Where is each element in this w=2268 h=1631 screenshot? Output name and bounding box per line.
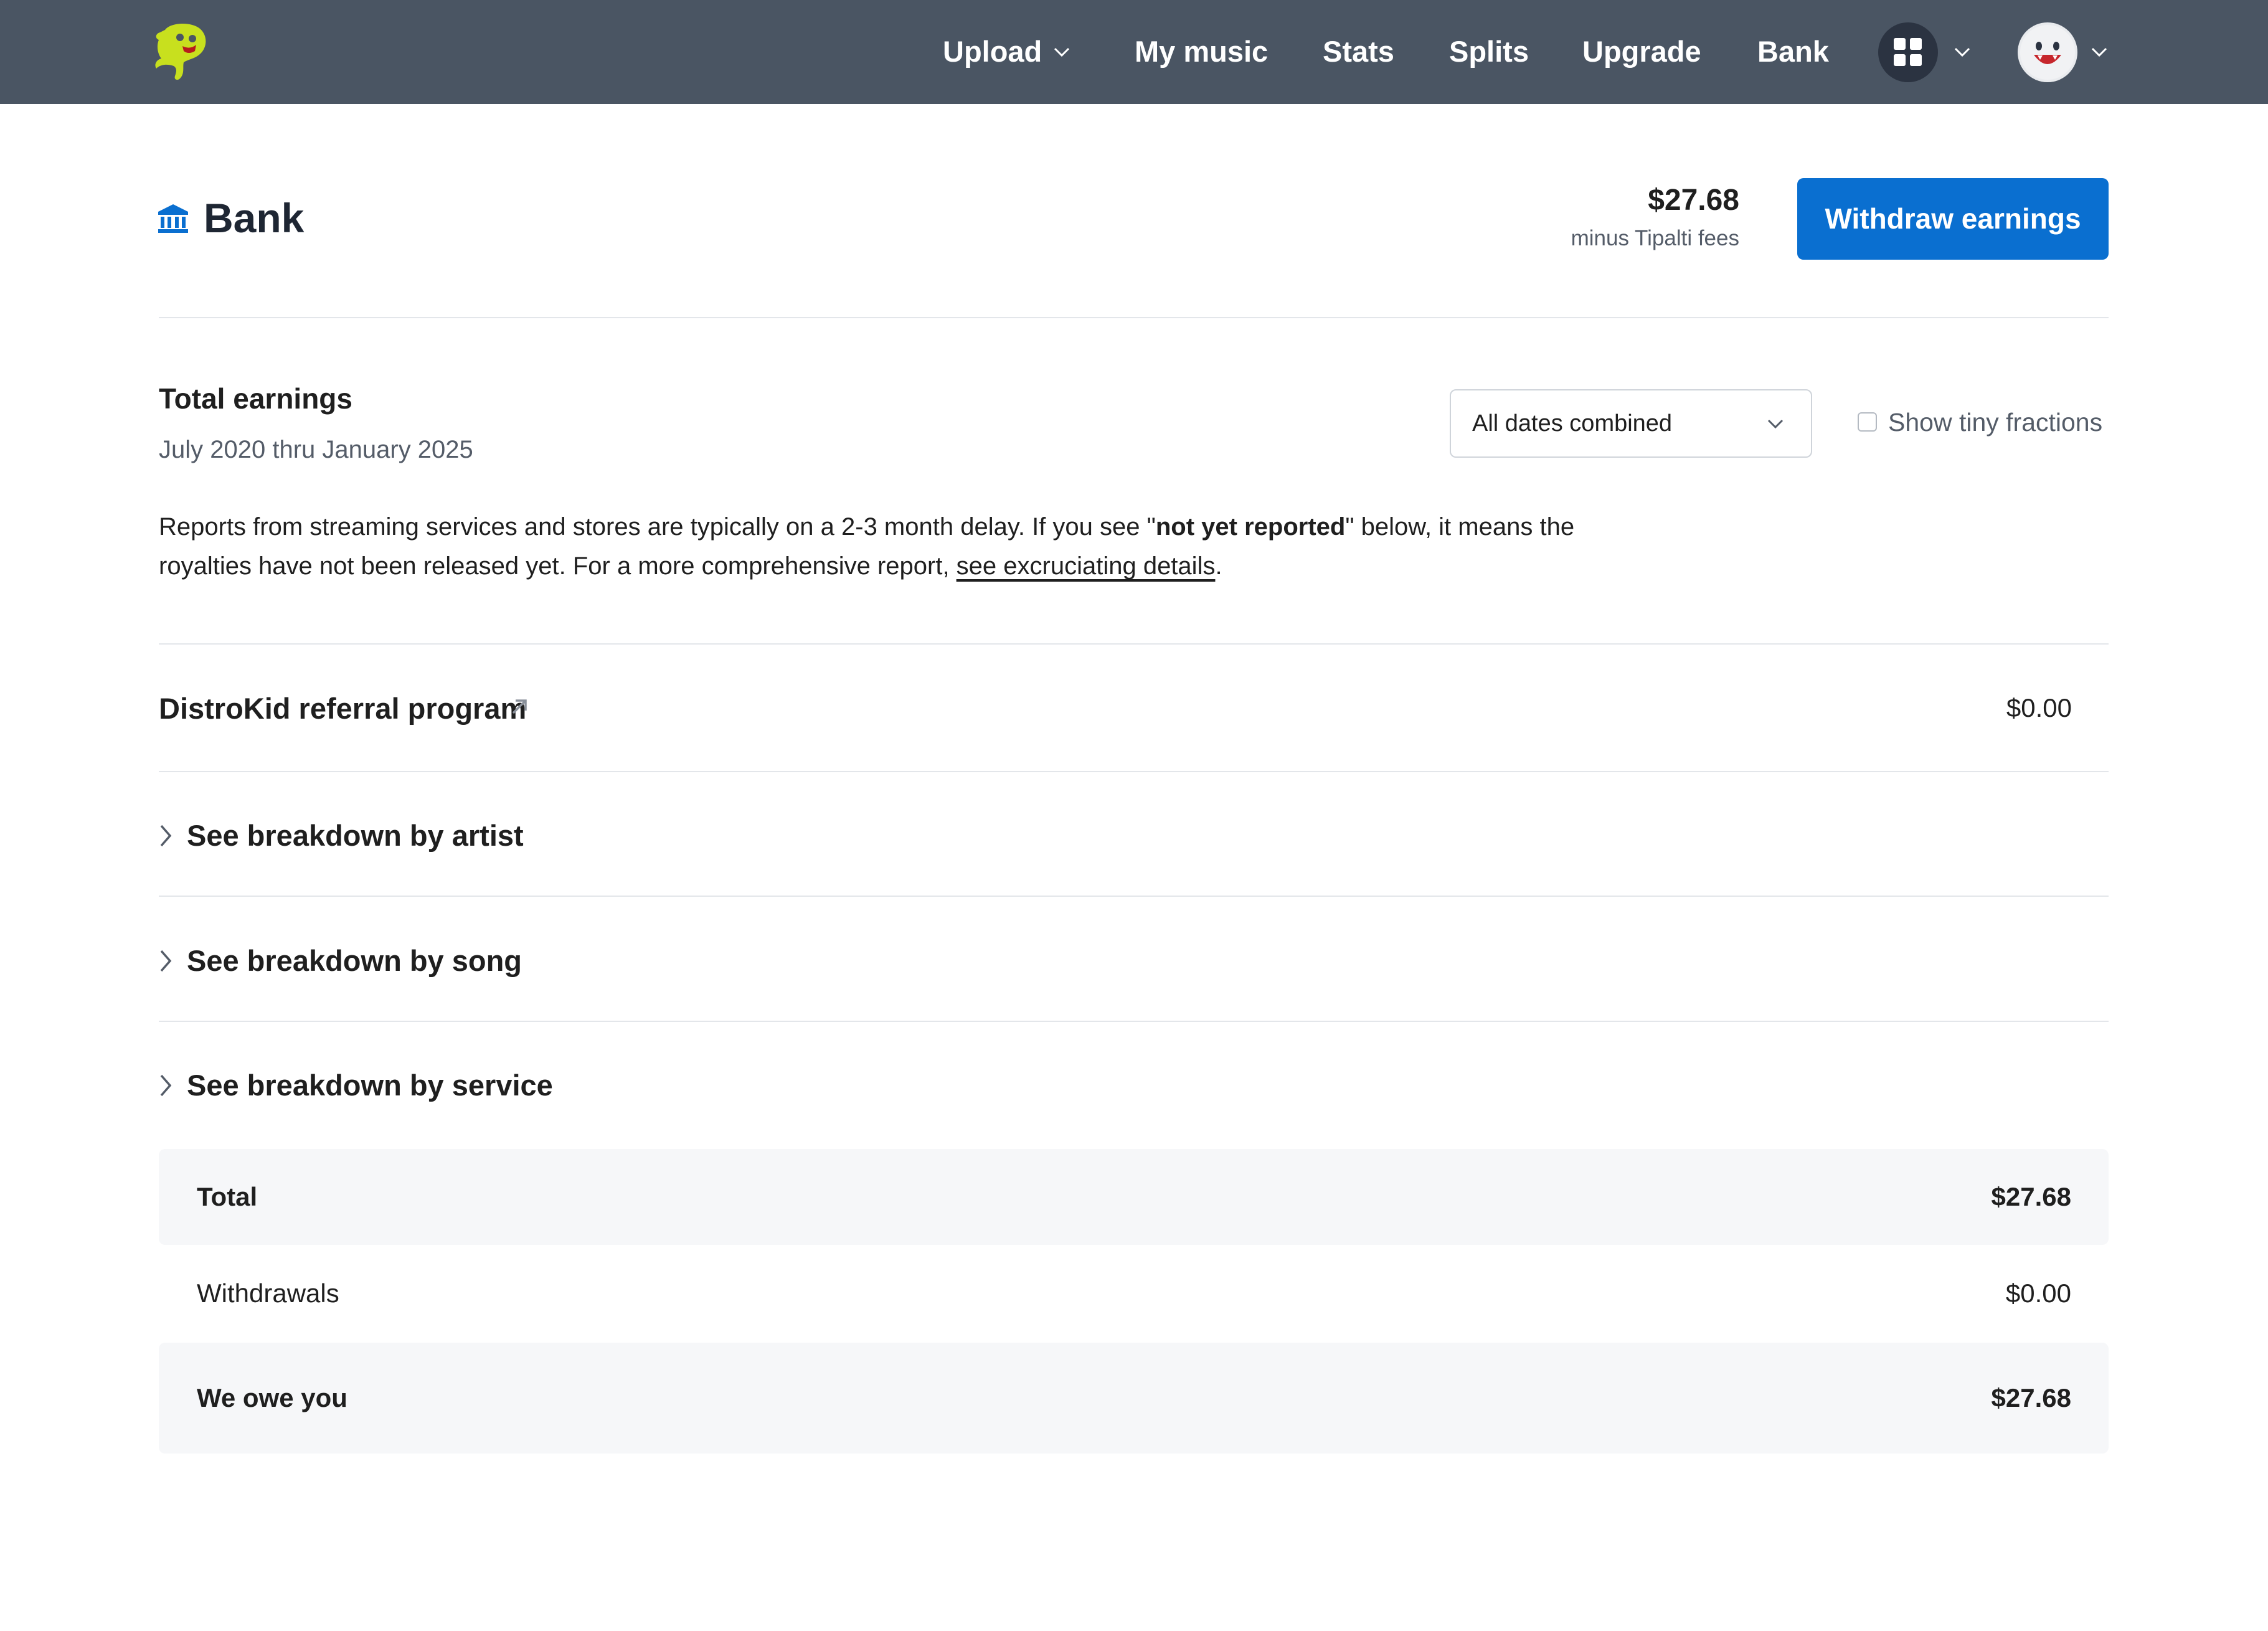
- nav-stats[interactable]: Stats: [1323, 31, 1394, 72]
- tiny-fractions-label[interactable]: Show tiny fractions: [1888, 404, 2102, 441]
- apps-grid-button[interactable]: [1878, 22, 1938, 82]
- balance-amount: $27.68: [1648, 184, 1739, 217]
- nav-my-music[interactable]: My music: [1135, 31, 1268, 72]
- nav-upgrade[interactable]: Upgrade: [1582, 31, 1701, 72]
- withdrawals-row: Withdrawals $0.00: [159, 1245, 2109, 1343]
- breakdown-label: See breakdown by service: [187, 1069, 553, 1102]
- chevron-down-icon[interactable]: [1953, 42, 1972, 61]
- date-filter-select[interactable]: All dates combined: [1450, 389, 1812, 458]
- we-owe-you-row: We owe you $27.68: [159, 1343, 2109, 1454]
- notice-emphasis: not yet reported: [1155, 513, 1346, 541]
- avatar-icon: [2020, 25, 2075, 80]
- bank-icon: [158, 204, 188, 233]
- nav-splits[interactable]: Splits: [1449, 31, 1529, 72]
- top-nav: Upload My music Stats Splits Upgrade Ban…: [0, 0, 2268, 104]
- chevron-right-icon: [160, 825, 172, 847]
- tiny-fractions-checkbox[interactable]: [1858, 412, 1877, 432]
- chevron-right-icon: [160, 950, 172, 972]
- apps-grid-icon: [1894, 38, 1906, 50]
- notice-text: Reports from streaming services and stor…: [159, 513, 1156, 541]
- date-filter-value: All dates combined: [1472, 410, 1673, 437]
- withdrawals-value: $0.00: [2005, 1279, 2071, 1308]
- divider: [159, 317, 2109, 318]
- breakdown-by-service-toggle[interactable]: See breakdown by service: [159, 1061, 1031, 1110]
- chevron-down-icon: [1767, 419, 1784, 429]
- chevron-down-icon[interactable]: [2090, 42, 2109, 61]
- breakdown-label: See breakdown by song: [187, 944, 522, 977]
- notice-text: .: [1215, 552, 1222, 580]
- withdraw-earnings-button[interactable]: Withdraw earnings: [1797, 178, 2109, 260]
- nav-upload[interactable]: Upload: [943, 31, 1042, 72]
- avatar[interactable]: [2018, 22, 2077, 82]
- withdrawals-label: Withdrawals: [197, 1279, 339, 1308]
- report-delay-notice: Reports from streaming services and stor…: [159, 508, 1653, 586]
- referral-value: $0.00: [2006, 693, 2072, 722]
- nav-bank[interactable]: Bank: [1757, 31, 1829, 72]
- breakdown-by-song-toggle[interactable]: See breakdown by song: [159, 936, 1031, 986]
- total-value: $27.68: [1991, 1182, 2071, 1211]
- breakdown-by-artist-toggle[interactable]: See breakdown by artist: [159, 811, 1031, 861]
- total-label: Total: [197, 1182, 258, 1211]
- divider: [159, 643, 2109, 645]
- date-range-text: July 2020 thru January 2025: [159, 436, 473, 463]
- we-owe-you-label: We owe you: [197, 1383, 347, 1412]
- breakdown-label: See breakdown by artist: [187, 819, 524, 852]
- we-owe-you-value: $27.68: [1991, 1383, 2071, 1412]
- referral-program-link[interactable]: DistroKid referral program: [159, 690, 526, 727]
- total-earnings-title: Total earnings: [159, 382, 352, 415]
- divider: [159, 896, 2109, 897]
- divider: [159, 1021, 2109, 1022]
- balance-note: minus Tipalti fees: [1571, 226, 1739, 250]
- distrokid-logo-icon[interactable]: [153, 21, 209, 83]
- external-link-icon[interactable]: [509, 697, 529, 717]
- chevron-right-icon: [160, 1074, 172, 1097]
- chevron-down-icon[interactable]: [1052, 42, 1071, 61]
- divider: [159, 771, 2109, 772]
- total-row: Total $27.68: [159, 1149, 2109, 1245]
- excruciating-details-link[interactable]: see excruciating details: [957, 552, 1216, 580]
- page-title: Bank: [204, 195, 305, 241]
